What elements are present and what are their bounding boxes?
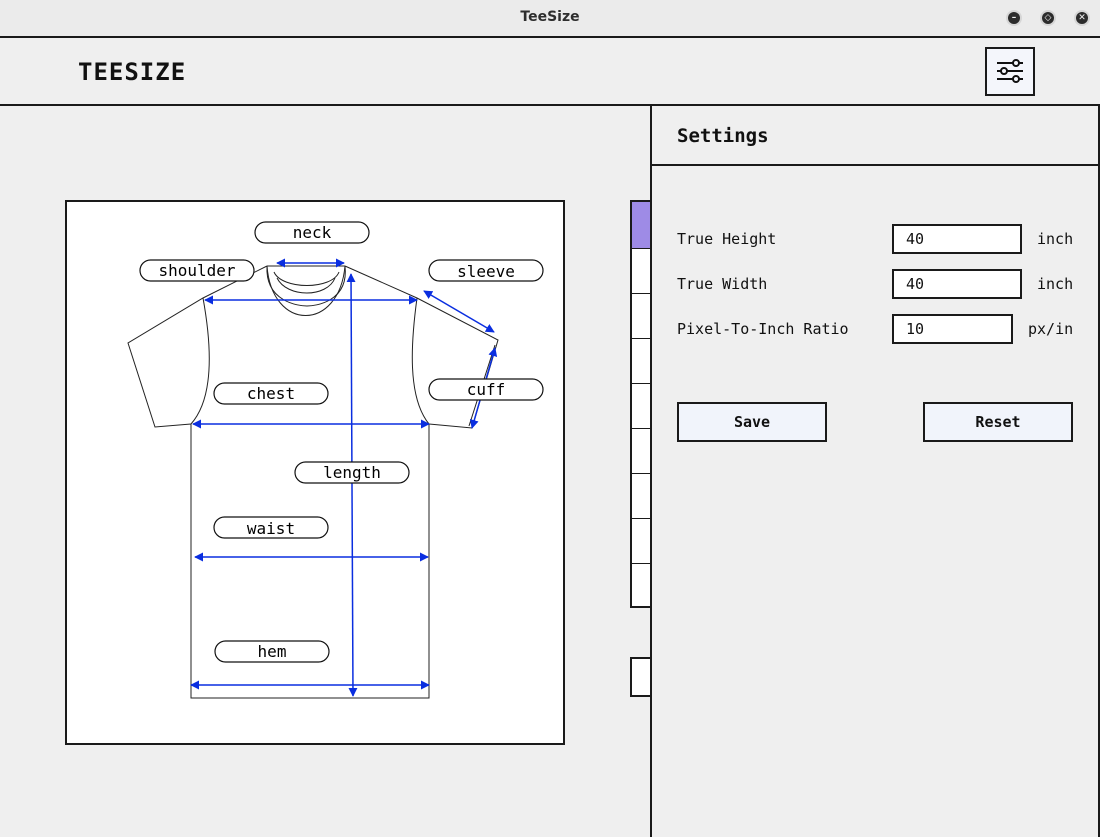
- svg-text:shoulder: shoulder: [158, 261, 235, 280]
- tshirt-diagram: neck shoulder sleeve chest cuff length w…: [127, 221, 544, 699]
- label-hem[interactable]: hem: [214, 640, 330, 663]
- close-icon: ✕: [1076, 12, 1088, 24]
- svg-text:hem: hem: [258, 642, 287, 661]
- label-shoulder[interactable]: shoulder: [139, 259, 255, 282]
- tshirt-canvas[interactable]: neck shoulder sleeve chest cuff length w…: [65, 200, 565, 745]
- label-sleeve[interactable]: sleeve: [428, 259, 544, 282]
- true-height-row: True Height inch: [677, 224, 1077, 254]
- svg-text:chest: chest: [247, 384, 295, 403]
- settings-panel: Settings True Height inch True Width inc…: [650, 106, 1100, 837]
- window-title: TeeSize: [520, 9, 580, 25]
- ratio-label: Pixel-To-Inch Ratio: [677, 320, 849, 338]
- minimize-icon: –: [1008, 12, 1020, 24]
- minimize-button[interactable]: –: [1006, 10, 1022, 26]
- label-chest[interactable]: chest: [213, 382, 329, 405]
- sliders-icon: [997, 59, 1023, 83]
- true-width-row: True Width inch: [677, 269, 1077, 299]
- true-height-unit: inch: [1037, 230, 1074, 248]
- length-arrow: [346, 273, 358, 697]
- ratio-unit: px/in: [1028, 320, 1074, 338]
- svg-text:waist: waist: [247, 519, 295, 538]
- label-waist[interactable]: waist: [213, 516, 329, 539]
- reset-button[interactable]: Reset: [923, 402, 1073, 442]
- app-header: TEESIZE: [0, 38, 1100, 106]
- settings-header: Settings: [652, 106, 1098, 166]
- close-window-button[interactable]: ✕: [1074, 10, 1090, 26]
- label-length[interactable]: length: [294, 461, 410, 484]
- true-height-input[interactable]: [892, 224, 1022, 254]
- ratio-input[interactable]: [892, 314, 1013, 344]
- window-titlebar: TeeSize – ◇ ✕: [0, 0, 1100, 38]
- label-neck[interactable]: neck: [254, 221, 370, 244]
- ratio-row: Pixel-To-Inch Ratio px/in: [677, 314, 1077, 344]
- svg-text:length: length: [323, 463, 381, 482]
- svg-text:sleeve: sleeve: [457, 262, 515, 281]
- app-brand: TEESIZE: [78, 58, 187, 86]
- settings-title: Settings: [677, 125, 769, 147]
- save-button[interactable]: Save: [677, 402, 827, 442]
- maximize-button[interactable]: ◇: [1040, 10, 1056, 26]
- true-width-label: True Width: [677, 275, 768, 293]
- true-width-unit: inch: [1037, 275, 1074, 293]
- sleeve-arrow: [423, 290, 495, 333]
- true-width-input[interactable]: [892, 269, 1022, 299]
- settings-toggle-button[interactable]: [985, 47, 1035, 96]
- svg-text:neck: neck: [293, 223, 332, 242]
- svg-text:cuff: cuff: [467, 380, 506, 399]
- maximize-icon: ◇: [1042, 12, 1054, 24]
- true-height-label: True Height: [677, 230, 777, 248]
- label-cuff[interactable]: cuff: [428, 378, 544, 401]
